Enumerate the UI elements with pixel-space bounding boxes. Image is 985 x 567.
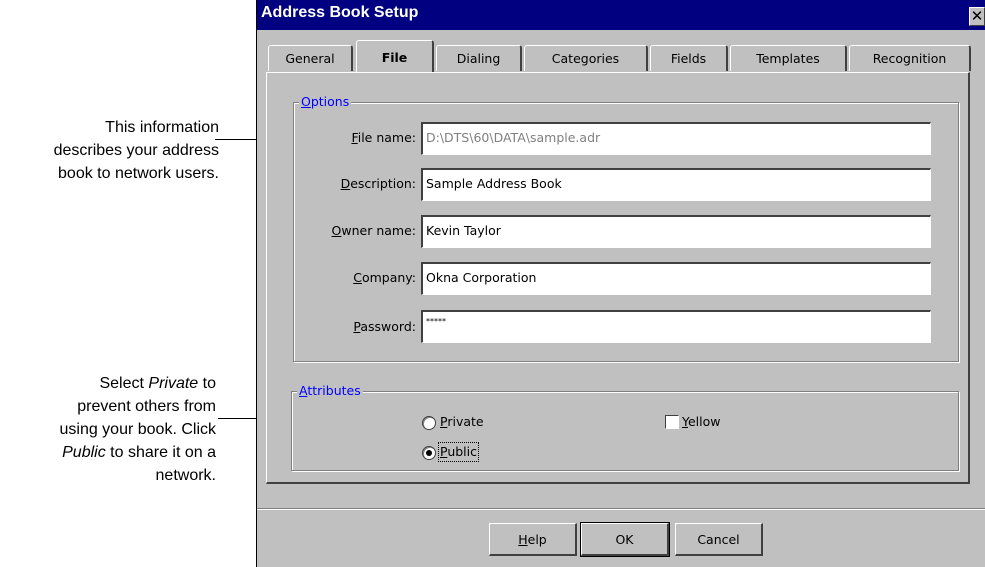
tab-recognition[interactable]: Recognition xyxy=(849,45,971,71)
tab-dialing[interactable]: Dialing xyxy=(436,45,522,71)
public-radio[interactable] xyxy=(422,446,436,460)
owner-name-label: Owner name: xyxy=(331,223,416,238)
attributes-group: Attributes xyxy=(291,383,959,471)
callout-line: describes your address xyxy=(53,142,219,159)
file-name-label: File name: xyxy=(351,130,416,145)
callout-line: using your book. Click xyxy=(59,421,216,438)
button-row-separator xyxy=(257,509,985,510)
callout-private-public: Select Private to prevent others from us… xyxy=(0,372,216,487)
tab-general[interactable]: General xyxy=(268,45,353,71)
company-label: Company: xyxy=(353,270,416,285)
password-field[interactable]: ***** xyxy=(421,310,931,343)
dialog-title: Address Book Setup xyxy=(261,4,419,21)
tab-categories[interactable]: Categories xyxy=(524,45,648,71)
private-radio[interactable] xyxy=(422,416,436,430)
yellow-checkbox-label[interactable]: Yellow xyxy=(682,414,721,430)
private-radio-label[interactable]: Private xyxy=(440,414,484,430)
help-button[interactable]: Help xyxy=(489,523,577,556)
close-button[interactable]: ✕ xyxy=(969,7,985,26)
callout-line: This information xyxy=(105,119,219,136)
callout-line: Select Private to xyxy=(99,375,216,392)
file-tab-panel: Options File name: D:\DTS\60\DATA\sample… xyxy=(266,72,970,484)
description-label: Description: xyxy=(340,176,416,191)
owner-name-field[interactable]: Kevin Taylor xyxy=(421,215,931,248)
yellow-checkbox[interactable] xyxy=(665,415,679,429)
tab-templates[interactable]: Templates xyxy=(730,45,847,71)
tab-fields[interactable]: Fields xyxy=(650,45,728,71)
public-radio-label[interactable]: Public xyxy=(437,442,480,462)
attributes-legend: Attributes xyxy=(297,383,363,399)
file-name-field: D:\DTS\60\DATA\sample.adr xyxy=(421,122,931,155)
title-bar: Address Book Setup ✕ xyxy=(257,0,985,30)
company-field[interactable]: Okna Corporation xyxy=(421,262,931,295)
password-label: Password: xyxy=(353,319,416,334)
callout-line: Public to share it on a xyxy=(62,444,216,461)
callout-line: prevent others from xyxy=(77,398,216,415)
callout-line: network. xyxy=(155,467,216,484)
ok-button[interactable]: OK xyxy=(580,522,670,557)
address-book-setup-dialog: Address Book Setup ✕ General File Dialin… xyxy=(256,0,985,567)
callout-file-info: This information describes your address … xyxy=(0,116,219,185)
radio-selected-dot xyxy=(426,450,432,456)
tab-file[interactable]: File xyxy=(356,40,434,72)
callout-line: book to network users. xyxy=(58,165,219,182)
description-field[interactable]: Sample Address Book xyxy=(421,168,931,201)
options-legend: Options xyxy=(299,94,352,110)
cancel-button[interactable]: Cancel xyxy=(675,523,763,556)
close-icon: ✕ xyxy=(970,7,984,25)
